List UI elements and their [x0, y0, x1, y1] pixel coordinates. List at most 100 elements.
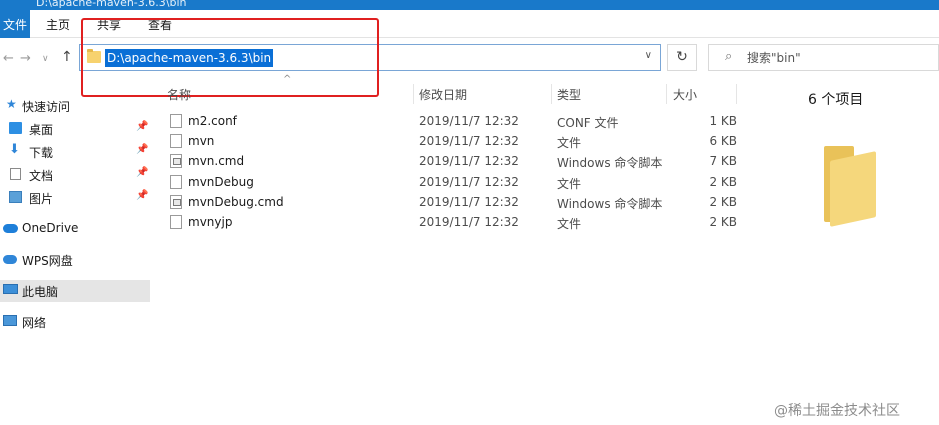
title-bar: D:\apache-maven-3.6.3\bin [0, 0, 939, 10]
file-icon [170, 134, 182, 148]
file-row[interactable]: mvnDebug 2019/11/7 12:32 文件 2 KB [150, 172, 750, 192]
column-name[interactable]: 名称 [167, 86, 191, 103]
search-box[interactable]: ⌕ [708, 44, 939, 71]
star-icon: ★ [6, 97, 17, 111]
file-size: 6 KB [709, 134, 737, 148]
file-name: mvn [188, 134, 215, 148]
file-date: 2019/11/7 12:32 [419, 215, 519, 229]
address-dropdown-icon[interactable]: ∨ [645, 50, 652, 61]
file-name: mvnyjp [188, 215, 233, 229]
pin-icon[interactable]: 📌 [136, 121, 148, 132]
column-headers: ^ 名称 修改日期 类型 大小 [150, 74, 790, 104]
tab-home[interactable]: 主页 [46, 16, 70, 33]
sidebar-item-downloads[interactable]: ⬇ 下载 📌 [0, 141, 150, 163]
refresh-button[interactable]: ↻ [667, 44, 697, 71]
folder-icon [87, 49, 101, 63]
up-arrow-icon[interactable]: ↑ [61, 49, 73, 65]
window-title: D:\apache-maven-3.6.3\bin [36, 0, 187, 9]
file-size: 2 KB [709, 215, 737, 229]
sidebar-item-label: WPS网盘 [22, 254, 73, 268]
column-date[interactable]: 修改日期 [419, 86, 467, 103]
address-row: ← → ∨ ↑ D:\apache-maven-3.6.3\bin ∨ ↻ ⌕ [0, 38, 939, 80]
file-row[interactable]: mvnDebug.cmd 2019/11/7 12:32 Windows 命令脚… [150, 192, 750, 212]
forward-arrow-icon[interactable]: → [20, 51, 31, 66]
sidebar-item-label: 网络 [22, 316, 47, 330]
search-input[interactable] [747, 48, 927, 68]
computer-icon [3, 284, 18, 294]
column-type[interactable]: 类型 [557, 86, 581, 103]
file-icon [170, 175, 182, 189]
ribbon-tabs: 文件 主页 共享 查看 [0, 10, 939, 38]
sidebar-item-documents[interactable]: 文档 📌 [0, 164, 150, 186]
file-size: 2 KB [709, 195, 737, 209]
search-icon: ⌕ [725, 49, 733, 64]
sidebar-item-label: 文档 [29, 169, 54, 183]
file-name: mvn.cmd [188, 154, 245, 168]
column-divider[interactable] [666, 84, 667, 104]
file-type: 文件 [557, 136, 582, 150]
file-row[interactable]: m2.conf 2019/11/7 12:32 CONF 文件 1 KB [150, 111, 750, 131]
sidebar-item-this-pc[interactable]: 此电脑 [0, 280, 150, 302]
file-type: 文件 [557, 217, 582, 231]
pin-icon[interactable]: 📌 [136, 190, 148, 201]
tab-view[interactable]: 查看 [148, 16, 172, 33]
file-size: 7 KB [709, 154, 737, 168]
sidebar-item-desktop[interactable]: 桌面 📌 [0, 118, 150, 140]
sidebar-item-onedrive[interactable]: OneDrive [0, 218, 150, 240]
file-date: 2019/11/7 12:32 [419, 134, 519, 148]
file-row[interactable]: mvn 2019/11/7 12:32 文件 6 KB [150, 131, 750, 151]
desktop-icon [9, 122, 22, 134]
folder-front [830, 151, 876, 227]
file-type: Windows 命令脚本 [557, 156, 663, 170]
tab-file[interactable]: 文件 [0, 10, 30, 38]
file-type: CONF 文件 [557, 116, 619, 130]
folder-preview-icon [824, 146, 876, 227]
file-row[interactable]: mvn.cmd 2019/11/7 12:32 Windows 命令脚本 7 K… [150, 151, 750, 171]
file-name: mvnDebug.cmd [188, 195, 284, 209]
column-divider[interactable] [736, 84, 737, 104]
sort-ascending-icon: ^ [283, 74, 292, 85]
file-size: 1 KB [709, 114, 737, 128]
item-count: 6 个项目 [808, 92, 864, 108]
cloud-icon [3, 255, 17, 264]
file-type: 文件 [557, 177, 582, 191]
sidebar-item-quick-access[interactable]: ★ 快速访问 [0, 95, 150, 117]
file-date: 2019/11/7 12:32 [419, 114, 519, 128]
file-date: 2019/11/7 12:32 [419, 195, 519, 209]
chevron-down-icon[interactable]: ∨ [42, 54, 49, 64]
back-arrow-icon[interactable]: ← [3, 51, 14, 66]
file-name: mvnDebug [188, 175, 254, 189]
sidebar-item-label: 快速访问 [22, 100, 71, 114]
file-name: m2.conf [188, 114, 237, 128]
sidebar-item-network[interactable]: 网络 [0, 311, 150, 333]
column-divider[interactable] [551, 84, 552, 104]
sidebar-item-label: 此电脑 [22, 285, 59, 299]
sidebar-item-label: 桌面 [29, 123, 54, 137]
file-row[interactable]: mvnyjp 2019/11/7 12:32 文件 2 KB [150, 212, 750, 232]
file-icon [170, 215, 182, 229]
network-icon [3, 315, 17, 326]
tab-share[interactable]: 共享 [97, 16, 121, 33]
file-date: 2019/11/7 12:32 [419, 175, 519, 189]
sidebar-item-label: 图片 [29, 192, 54, 206]
column-size[interactable]: 大小 [673, 86, 697, 103]
file-icon [170, 114, 182, 128]
navigation-pane: ★ 快速访问 桌面 📌 ⬇ 下载 📌 文档 📌 图片 📌 OneDrive WP… [0, 86, 150, 425]
pin-icon[interactable]: 📌 [136, 167, 148, 178]
sidebar-item-pictures[interactable]: 图片 📌 [0, 187, 150, 209]
document-icon [10, 168, 21, 180]
download-icon: ⬇ [9, 142, 20, 157]
pictures-icon [9, 191, 22, 203]
sidebar-item-label: 下载 [29, 146, 54, 160]
column-divider[interactable] [413, 84, 414, 104]
address-path[interactable]: D:\apache-maven-3.6.3\bin [105, 49, 274, 67]
script-icon [170, 154, 182, 168]
address-bar[interactable]: D:\apache-maven-3.6.3\bin ∨ [79, 44, 661, 71]
file-date: 2019/11/7 12:32 [419, 154, 519, 168]
sidebar-item-wps[interactable]: WPS网盘 [0, 249, 150, 271]
watermark: @稀土掘金技术社区 [774, 403, 900, 419]
file-type: Windows 命令脚本 [557, 197, 663, 211]
pin-icon[interactable]: 📌 [136, 144, 148, 155]
refresh-icon: ↻ [676, 49, 688, 65]
file-size: 2 KB [709, 175, 737, 189]
